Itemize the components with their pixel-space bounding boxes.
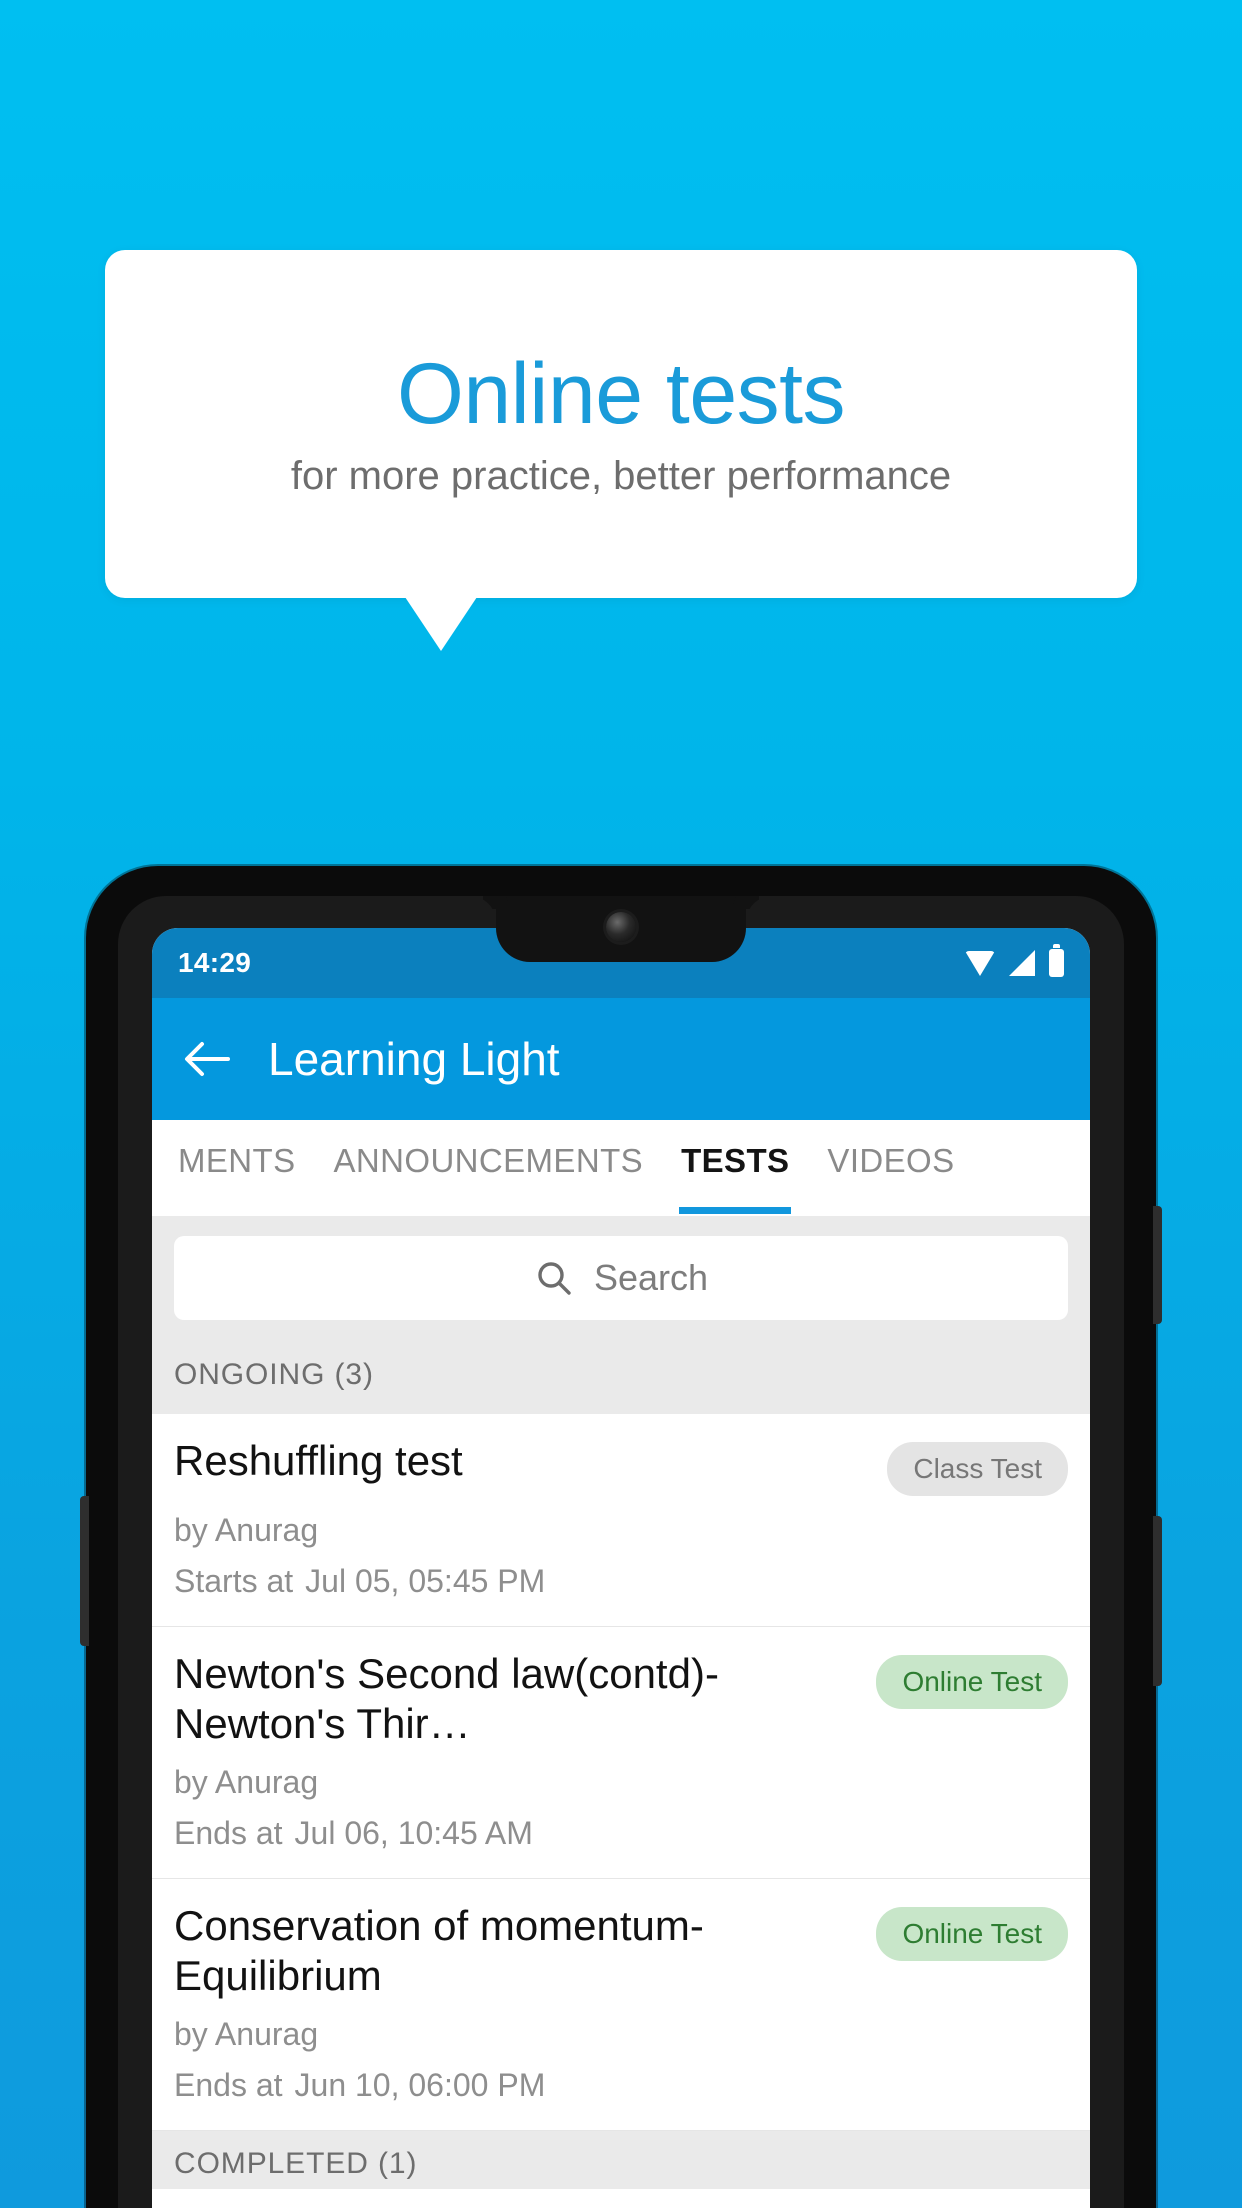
test-author: by Anurag bbox=[174, 1764, 319, 1801]
test-schedule-label: Starts at bbox=[174, 1563, 294, 1599]
tab-videos[interactable]: VIDEOS bbox=[827, 1142, 954, 1180]
tab-bar: MENTS ANNOUNCEMENTS TESTS VIDEOS bbox=[152, 1120, 1090, 1216]
phone-mockup: 14:29 Learning Light MENTS ANNOUNCEMENTS… bbox=[80, 866, 1162, 2208]
table-row[interactable]: Reshuffling test Class Test by Anurag St… bbox=[152, 1414, 1090, 1627]
test-schedule: Ends at Jul 06, 10:45 AM bbox=[174, 1815, 1068, 1852]
status-badge: Online Test bbox=[876, 1655, 1068, 1709]
callout-pointer bbox=[405, 597, 477, 651]
tab-announcements[interactable]: ANNOUNCEMENTS bbox=[334, 1142, 644, 1180]
search-input[interactable]: Search bbox=[174, 1236, 1068, 1320]
test-schedule-label: Ends at bbox=[174, 2067, 283, 2104]
promo-subtitle: for more practice, better performance bbox=[290, 453, 952, 498]
test-row-top: Newton's Second law(contd)-Newton's Thir… bbox=[174, 1649, 1068, 1748]
promo-callout-card: Online tests for more practice, better p… bbox=[105, 250, 1137, 598]
tests-panel: Search ONGOING (3) Reshuffling test Clas… bbox=[152, 1216, 1090, 2208]
app-bar: Learning Light bbox=[152, 998, 1090, 1120]
table-row[interactable]: Conservation of momentum-Equilibrium Onl… bbox=[152, 1879, 1090, 2132]
volume-button-right[interactable] bbox=[1153, 1516, 1162, 1686]
section-header-ongoing: ONGOING (3) bbox=[152, 1342, 1090, 1414]
test-schedule: Ends at Jun 10, 06:00 PM bbox=[174, 2067, 1068, 2104]
front-camera-icon bbox=[606, 912, 636, 942]
search-container: Search bbox=[152, 1216, 1090, 1342]
table-row[interactable]: Newton's Second law(contd)-Newton's Thir… bbox=[152, 1627, 1090, 1880]
status-time: 14:29 bbox=[178, 947, 252, 978]
test-schedule-label: Ends at bbox=[174, 1815, 283, 1852]
search-icon bbox=[538, 1262, 571, 1295]
status-badge: Online Test bbox=[876, 1907, 1068, 1962]
phone-bezel: 14:29 Learning Light MENTS ANNOUNCEMENTS… bbox=[118, 896, 1124, 2208]
test-schedule: Starts at Jul 05, 05:45 PM bbox=[174, 1563, 1068, 1600]
signal-icon bbox=[1009, 950, 1035, 976]
wifi-icon bbox=[965, 950, 995, 976]
volume-button-left[interactable] bbox=[80, 1496, 89, 1646]
test-row-top: Conservation of momentum-Equilibrium Onl… bbox=[174, 1901, 1068, 2000]
battery-icon bbox=[1049, 944, 1064, 977]
test-schedule-value: Jul 05, 05:45 PM bbox=[305, 1563, 546, 1599]
section-header-completed: COMPLETED (1) bbox=[152, 2131, 1090, 2190]
phone-screen: 14:29 Learning Light MENTS ANNOUNCEMENTS… bbox=[152, 928, 1090, 2208]
back-arrow-icon[interactable] bbox=[178, 1031, 234, 1087]
test-author: by Anurag bbox=[174, 1512, 319, 1548]
test-schedule-value: Jun 10, 06:00 PM bbox=[294, 2067, 546, 2104]
app-bar-title: Learning Light bbox=[268, 1033, 560, 1085]
status-icon-group bbox=[965, 944, 1064, 977]
test-author: by Anurag bbox=[174, 2016, 319, 2053]
phone-notch bbox=[496, 896, 746, 962]
status-badge: Class Test bbox=[887, 1442, 1068, 1496]
promo-screenshot: Online tests for more practice, better p… bbox=[0, 0, 1242, 2208]
promo-title: Online tests bbox=[396, 346, 846, 443]
test-schedule-value: Jul 06, 10:45 AM bbox=[294, 1815, 533, 1852]
test-title: Reshuffling test bbox=[174, 1437, 463, 1484]
search-placeholder: Search bbox=[593, 1257, 709, 1298]
test-title: Conservation of momentum-Equilibrium bbox=[174, 1902, 704, 1999]
power-button[interactable] bbox=[1153, 1206, 1162, 1324]
tab-tests[interactable]: TESTS bbox=[679, 1142, 792, 1214]
test-row-top: Reshuffling test Class Test bbox=[174, 1436, 1068, 1496]
test-title: Newton's Second law(contd)-Newton's Thir… bbox=[174, 1650, 719, 1747]
tab-assignments[interactable]: MENTS bbox=[178, 1142, 296, 1180]
